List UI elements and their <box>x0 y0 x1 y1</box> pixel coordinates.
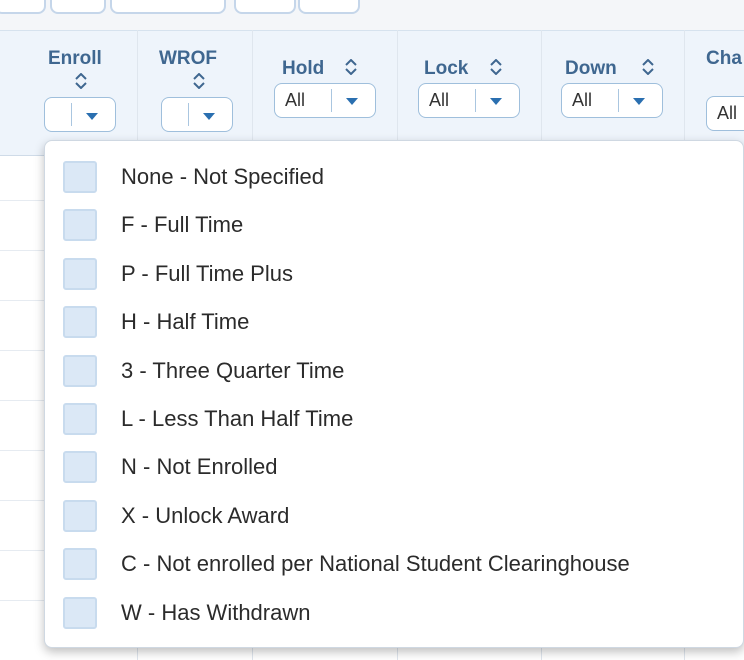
option-label[interactable]: None - Not Specified <box>121 164 324 190</box>
menu-option[interactable]: P - Full Time Plus <box>45 250 744 298</box>
column-label[interactable]: Down <box>565 58 617 80</box>
sort-icon[interactable] <box>489 59 503 75</box>
pager-button[interactable] <box>110 0 226 14</box>
option-checkbox[interactable] <box>63 548 97 580</box>
menu-option[interactable]: H - Half Time <box>45 298 744 346</box>
pager-button[interactable] <box>234 0 296 14</box>
pager-button[interactable] <box>298 0 360 14</box>
option-checkbox[interactable] <box>63 451 97 483</box>
pager-button[interactable] <box>50 0 106 14</box>
sort-icon[interactable] <box>192 73 206 89</box>
down-filter-dropdown[interactable]: All <box>561 83 663 118</box>
chevron-down-icon <box>490 98 502 105</box>
sort-icon[interactable] <box>74 73 88 89</box>
option-checkbox[interactable] <box>63 306 97 338</box>
option-checkbox[interactable] <box>63 258 97 290</box>
option-checkbox[interactable] <box>63 161 97 193</box>
pager-button[interactable] <box>0 0 46 14</box>
chevron-down-icon <box>86 113 98 120</box>
option-label[interactable]: H - Half Time <box>121 309 249 335</box>
pager-strip <box>0 0 744 30</box>
sort-icon[interactable] <box>641 59 655 75</box>
chevron-down-icon <box>633 98 645 105</box>
option-label[interactable]: N - Not Enrolled <box>121 454 278 480</box>
cha-filter-dropdown[interactable]: All <box>706 96 744 131</box>
column-label[interactable]: Lock <box>424 58 468 80</box>
option-checkbox[interactable] <box>63 403 97 435</box>
option-label[interactable]: L - Less Than Half Time <box>121 406 353 432</box>
menu-option[interactable]: X - Unlock Award <box>45 492 744 540</box>
option-label[interactable]: 3 - Three Quarter Time <box>121 358 344 384</box>
column-label[interactable]: Enroll <box>48 48 102 70</box>
wrof-filter-dropdown[interactable] <box>161 97 233 132</box>
hold-filter-dropdown[interactable]: All <box>274 83 376 118</box>
menu-option[interactable]: C - Not enrolled per National Student Cl… <box>45 540 744 588</box>
menu-option[interactable]: L - Less Than Half Time <box>45 395 744 443</box>
option-label[interactable]: C - Not enrolled per National Student Cl… <box>121 551 630 577</box>
option-label[interactable]: W - Has Withdrawn <box>121 600 310 626</box>
enroll-filter-menu: None - Not Specified F - Full Time P - F… <box>44 140 744 648</box>
column-label[interactable]: Cha <box>706 48 742 70</box>
option-label[interactable]: F - Full Time <box>121 212 243 238</box>
option-checkbox[interactable] <box>63 597 97 629</box>
menu-option[interactable]: W - Has Withdrawn <box>45 589 744 637</box>
option-label[interactable]: P - Full Time Plus <box>121 261 293 287</box>
chevron-down-icon <box>346 98 358 105</box>
chevron-down-icon <box>203 113 215 120</box>
column-label[interactable]: Hold <box>282 58 324 80</box>
option-checkbox[interactable] <box>63 355 97 387</box>
column-label[interactable]: WROF <box>159 48 217 70</box>
menu-option[interactable]: F - Full Time <box>45 201 744 249</box>
option-checkbox[interactable] <box>63 500 97 532</box>
enroll-filter-dropdown[interactable] <box>44 97 116 132</box>
sort-icon[interactable] <box>344 59 358 75</box>
option-label[interactable]: X - Unlock Award <box>121 503 289 529</box>
menu-option[interactable]: 3 - Three Quarter Time <box>45 347 744 395</box>
option-checkbox[interactable] <box>63 209 97 241</box>
menu-option[interactable]: None - Not Specified <box>45 153 744 201</box>
lock-filter-dropdown[interactable]: All <box>418 83 520 118</box>
menu-option[interactable]: N - Not Enrolled <box>45 443 744 491</box>
